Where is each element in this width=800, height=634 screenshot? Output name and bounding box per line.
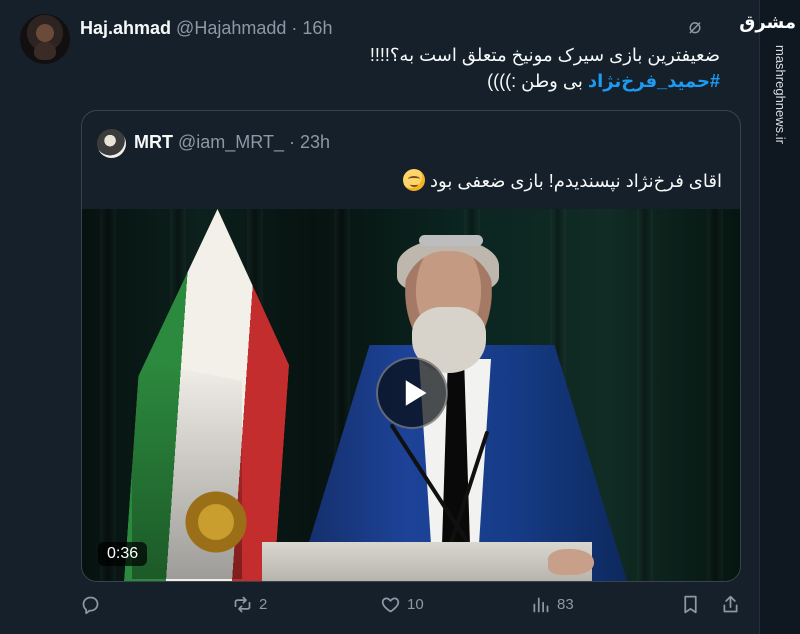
grok-icon[interactable]: ⌀ [684, 16, 706, 38]
repost-button[interactable]: 2 [232, 594, 267, 615]
quoted-time-separator: · [289, 132, 295, 152]
share-icon [723, 595, 738, 613]
repost-icon [234, 596, 251, 613]
tweet-card: Haj.ahmad @Hajahmadd · 16h ⌀ ضعیفترین با… [0, 0, 760, 634]
author-handle[interactable]: @Hajahmadd [176, 18, 286, 38]
views-chart-icon [533, 597, 549, 613]
tweet-text-line-2-suffix: بی وطن :)))) [487, 71, 588, 91]
bookmark-button[interactable] [680, 594, 701, 615]
video-duration: 0:36 [98, 542, 148, 566]
play-button[interactable] [376, 357, 448, 429]
curtain-fold [100, 209, 116, 581]
quoted-author-avatar[interactable] [97, 129, 126, 158]
hashtag-link[interactable]: #حمید_فرخ‌نژاد [588, 71, 720, 91]
repost-count: 2 [259, 596, 268, 613]
reply-icon [82, 596, 99, 615]
publisher-site: mashreghnews.ir [773, 45, 788, 144]
relieved-face-emoji [403, 169, 426, 191]
tweet-actions: 2 10 83 [80, 594, 744, 622]
quoted-tweet-time[interactable]: 23h [300, 132, 330, 152]
lion-and-sun-emblem [170, 479, 262, 565]
like-button[interactable]: 10 [380, 594, 424, 615]
reply-button[interactable] [80, 594, 101, 615]
speaker [297, 235, 637, 581]
views-count: 83 [557, 596, 574, 613]
quoted-tweet-text: اقای فرخ‌نژاد نپسندیدم! بازی ضعفی بود [112, 167, 722, 195]
quoted-author-handle[interactable]: @iam_MRT_ [178, 132, 284, 152]
author-avatar[interactable] [20, 14, 70, 64]
video-player[interactable]: 0:36 [82, 209, 740, 581]
quoted-tweet-text-content: اقای فرخ‌نژاد نپسندیدم! بازی ضعفی بود [430, 171, 722, 191]
author-name[interactable]: Haj.ahmad [80, 18, 171, 38]
heart-icon [381, 597, 400, 613]
time-separator: · [291, 18, 298, 38]
curtain-fold [637, 209, 653, 581]
publisher-watermark: مشرق mashreghnews.ir [739, 0, 800, 634]
tweet-text-line-1: ضعیفترین بازی سیرک مونیخ متعلق است به؟!!… [369, 45, 720, 65]
tweet-time[interactable]: 16h [302, 18, 332, 38]
tweet-header: Haj.ahmad @Hajahmadd · 16h [80, 17, 332, 39]
views-button[interactable]: 83 [530, 594, 574, 615]
bookmark-icon [684, 595, 697, 614]
tweet-text: ضعیفترین بازی سیرک مونیخ متعلق است به؟!!… [80, 42, 720, 94]
publisher-logo: مشرق [739, 12, 796, 32]
share-button[interactable] [720, 594, 741, 615]
podium [262, 542, 592, 581]
curtain-fold [707, 209, 723, 581]
like-count: 10 [407, 596, 424, 613]
quoted-author-name[interactable]: MRT [134, 132, 173, 152]
quoted-tweet-header: MRT @iam_MRT_ · 23h [134, 131, 330, 153]
tweet-text-line-2: #حمید_فرخ‌نژاد بی وطن :)))) [80, 68, 720, 94]
glasses [419, 235, 483, 246]
play-icon [405, 380, 427, 406]
hand [548, 549, 594, 575]
quoted-tweet[interactable]: MRT @iam_MRT_ · 23h اقای فرخ‌نژاد نپسندی… [81, 110, 741, 582]
